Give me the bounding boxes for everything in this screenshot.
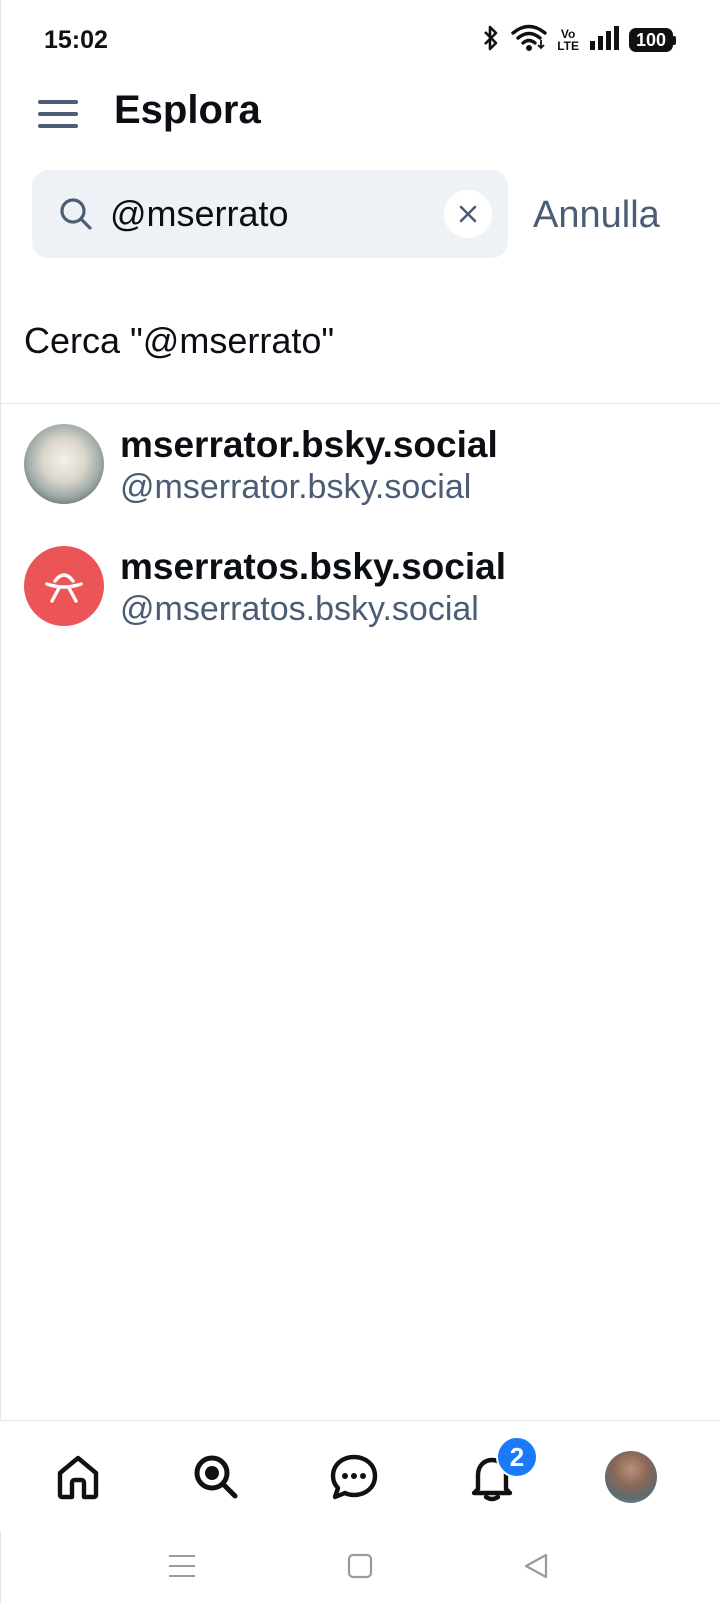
system-nav-bar xyxy=(0,1530,720,1604)
header: Esplora xyxy=(0,80,720,170)
status-bar: 15:02 Vo LTE 100 xyxy=(0,0,720,80)
result-handle: @mserratos.bsky.social xyxy=(120,590,479,628)
status-icons: Vo LTE 100 xyxy=(481,22,676,58)
search-query-row[interactable]: Cerca "@mserrato" xyxy=(0,300,720,404)
notification-badge: 2 xyxy=(496,1436,538,1478)
home-system-button[interactable] xyxy=(338,1544,382,1588)
search-icon xyxy=(194,1455,238,1499)
battery-icon: 100 xyxy=(629,28,676,52)
close-icon xyxy=(459,205,477,223)
home-icon xyxy=(57,1455,99,1500)
chat-icon xyxy=(330,1454,378,1500)
bluetooth-icon xyxy=(481,24,501,57)
avatar xyxy=(24,424,104,504)
nav-home[interactable] xyxy=(46,1445,110,1509)
volte-icon: Vo LTE xyxy=(557,27,579,53)
search-input[interactable] xyxy=(110,184,430,244)
search-query-label: Cerca "@mserrato" xyxy=(24,320,335,361)
bottom-nav: 2 xyxy=(0,1420,720,1531)
signal-icon xyxy=(589,25,619,56)
battery-level: 100 xyxy=(629,28,673,52)
status-time: 15:02 xyxy=(44,26,108,54)
page-title: Esplora xyxy=(114,88,261,132)
recents-button[interactable] xyxy=(160,1544,204,1588)
back-triangle-icon xyxy=(524,1553,548,1579)
nav-chat[interactable] xyxy=(322,1445,386,1509)
list-item[interactable]: mserratos.bsky.social @mserratos.bsky.so… xyxy=(0,526,720,648)
clear-search-button[interactable] xyxy=(444,190,492,238)
nav-profile-avatar[interactable] xyxy=(605,1451,657,1503)
result-handle: @mserrator.bsky.social xyxy=(120,468,472,506)
result-display-name: mserrator.bsky.social xyxy=(120,424,498,465)
list-item[interactable]: mserrator.bsky.social @mserrator.bsky.so… xyxy=(0,404,720,526)
search-box xyxy=(32,170,508,258)
search-row: Annulla xyxy=(0,170,720,258)
back-system-button[interactable] xyxy=(514,1544,558,1588)
wifi-icon xyxy=(511,24,547,57)
result-display-name: mserratos.bsky.social xyxy=(120,546,506,587)
hamburger-menu-icon xyxy=(38,100,78,128)
search-icon xyxy=(60,198,92,230)
menu-button[interactable] xyxy=(34,90,82,138)
ufo-icon xyxy=(45,573,83,603)
results-list: mserrator.bsky.social @mserrator.bsky.so… xyxy=(0,404,720,648)
recents-menu-icon xyxy=(169,1555,195,1577)
cancel-button[interactable]: Annulla xyxy=(533,194,660,237)
square-home-icon xyxy=(347,1553,373,1579)
avatar xyxy=(24,546,104,626)
nav-search[interactable] xyxy=(184,1445,248,1509)
